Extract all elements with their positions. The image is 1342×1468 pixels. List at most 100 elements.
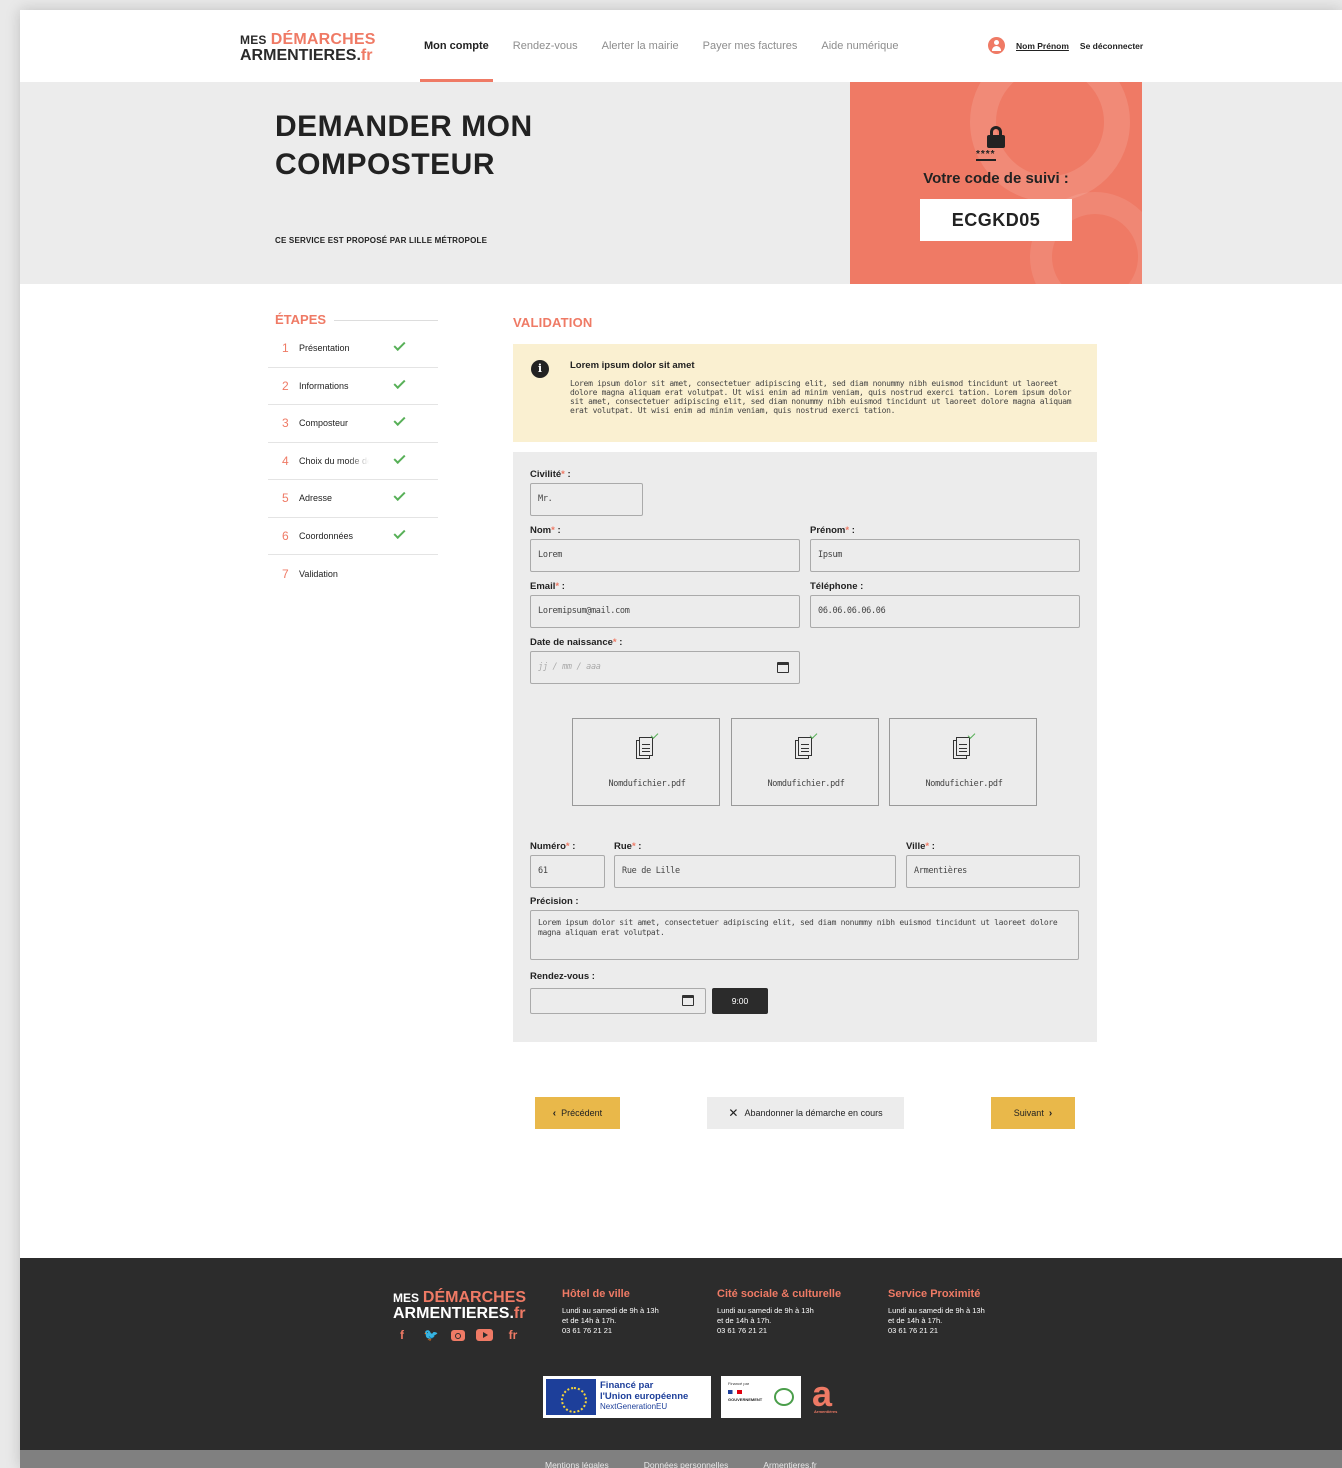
close-icon: ✕ (728, 1106, 739, 1120)
summary-form: Civilité* : Mr. Nom* : Lorem Prénom* : I… (513, 452, 1097, 1042)
civilite-field[interactable]: Mr. (530, 483, 643, 516)
email-field[interactable]: Loremipsum@mail.com (530, 595, 800, 628)
numero-label: Numéro* : (530, 841, 576, 852)
step-number: 7 (282, 566, 289, 581)
check-icon (393, 376, 406, 389)
nom-field[interactable]: Lorem (530, 539, 800, 572)
info-notice: i Lorem ipsum dolor sit amet Lorem ipsum… (513, 344, 1097, 442)
nav-alerter-la-mairie[interactable]: Alerter la mairie (602, 10, 679, 82)
step-item[interactable]: 6 Coordonnées (268, 518, 438, 555)
uploaded-file[interactable]: Nomdufichier.pdf (731, 718, 879, 806)
footer-column-hotel-de-ville: Hôtel de ville Lundi au samedi de 9h à 1… (562, 1288, 659, 1335)
page: MES DÉMARCHES ARMENTIERES.fr Mon compte … (20, 10, 1342, 1468)
check-icon (393, 338, 406, 352)
step-number: 6 (282, 528, 289, 543)
step-number: 3 (282, 416, 289, 431)
tracking-code-value: ECGKD05 (920, 199, 1072, 241)
step-label: Coordonnées (299, 530, 354, 541)
prenom-field[interactable]: Ipsum (810, 539, 1080, 572)
precision-textarea[interactable]: Lorem ipsum dolor sit amet, consectetuer… (530, 910, 1079, 960)
twitter-icon[interactable]: 🐦 (422, 1328, 440, 1342)
notice-title: Lorem ipsum dolor sit amet (570, 360, 695, 371)
rdv-time-button[interactable]: 9:00 (712, 988, 768, 1014)
prenom-label: Prénom* : (810, 525, 855, 536)
notice-text: Lorem ipsum dolor sit amet, consectetuer… (570, 379, 1072, 415)
file-name: Nomdufichier.pdf (608, 779, 686, 789)
instagram-icon[interactable] (451, 1330, 465, 1341)
fr-icon[interactable]: fr (504, 1328, 522, 1342)
footer-column-cite-sociale: Cité sociale & culturelle Lundi au samed… (717, 1288, 842, 1335)
step-label: Choix du mode de r (299, 455, 369, 466)
check-icon (650, 731, 659, 739)
uploaded-file[interactable]: Nomdufichier.pdf (889, 718, 1037, 806)
telephone-field[interactable]: 06.06.06.06.06 (810, 595, 1080, 628)
step-item[interactable]: 4 Choix du mode de r (268, 443, 438, 480)
calendar-icon[interactable] (682, 995, 694, 1006)
user-icon (988, 37, 1005, 54)
tracking-code-label: Votre code de suivi : (923, 170, 1069, 187)
nav-rendez-vous[interactable]: Rendez-vous (513, 10, 578, 82)
civilite-label: Civilité* : (530, 469, 571, 480)
chevron-right-icon: › (1048, 1108, 1053, 1119)
nav-mon-compte[interactable]: Mon compte (420, 10, 493, 82)
file-name: Nomdufichier.pdf (925, 779, 1003, 789)
page-title: DEMANDER MON COMPOSTEUR (275, 110, 533, 181)
precision-label: Précision : (530, 896, 579, 907)
armentieres-logo: a Armentières (812, 1373, 838, 1414)
numero-field[interactable]: 61 (530, 855, 605, 888)
steps-header: ÉTAPES (268, 310, 438, 330)
chevron-left-icon: ‹ (552, 1108, 557, 1119)
rdv-label: Rendez-vous : (530, 971, 595, 982)
step-label: Adresse (299, 493, 333, 504)
step-item[interactable]: 2 Informations (268, 368, 438, 405)
next-button[interactable]: Suivant › (991, 1097, 1075, 1129)
hero-banner: DEMANDER MON COMPOSTEUR CE SERVICE EST P… (20, 82, 1342, 284)
check-icon (393, 451, 406, 464)
steps-sidebar: ÉTAPES 1 Présentation 2 Informations 3 C… (268, 310, 438, 593)
previous-button[interactable]: ‹ Précédent (535, 1097, 620, 1129)
government-logo: Financé par GOUVERNEMENT (721, 1376, 801, 1418)
nav-aide-numerique[interactable]: Aide numérique (821, 10, 898, 82)
step-item-current[interactable]: 7 Validation (268, 555, 438, 593)
main-nav: Mon compte Rendez-vous Alerter la mairie… (420, 10, 922, 82)
step-item[interactable]: 3 Composteur (268, 405, 438, 443)
donnees-personnelles-link[interactable]: Données personnelles (644, 1450, 729, 1468)
check-icon (393, 488, 406, 502)
logout-link[interactable]: Se déconnecter (1080, 41, 1143, 51)
footer-column-service-proximite: Service Proximité Lundi au samedi de 9h … (888, 1288, 985, 1335)
step-label: Validation (299, 568, 338, 579)
footer-logo[interactable]: MES DÉMARCHES ARMENTIERES.fr (393, 1290, 526, 1322)
step-number: 1 (282, 341, 289, 356)
site-logo[interactable]: MES DÉMARCHES ARMENTIERES.fr (240, 32, 376, 64)
rue-label: Rue* : (614, 841, 642, 852)
step-item[interactable]: 5 Adresse (268, 480, 438, 518)
birthdate-label: Date de naissance* : (530, 637, 623, 648)
step-number: 5 (282, 491, 289, 506)
user-name-link[interactable]: Nom Prénom (1016, 41, 1069, 51)
calendar-icon[interactable] (777, 662, 789, 673)
step-number: 4 (282, 453, 289, 468)
step-label: Composteur (299, 418, 349, 429)
document-icon (953, 737, 971, 759)
check-icon (967, 731, 976, 739)
eu-funding-logo: Financé par l'Union européenne NextGenera… (543, 1376, 711, 1418)
divider (332, 320, 438, 321)
uploaded-file[interactable]: Nomdufichier.pdf (572, 718, 720, 806)
check-icon (393, 413, 406, 427)
rdv-date-field[interactable] (530, 988, 706, 1014)
step-item[interactable]: 1 Présentation (268, 330, 438, 368)
nom-label: Nom* : (530, 525, 561, 536)
abandon-button[interactable]: ✕ Abandonner la démarche en cours (707, 1097, 904, 1129)
user-menu: Nom Prénom Se déconnecter (988, 37, 1143, 54)
birthdate-field[interactable]: jj / mm / aaa (530, 651, 800, 684)
tracking-code-card: **** Votre code de suivi : ECGKD05 (850, 82, 1142, 284)
mentions-legales-link[interactable]: Mentions légales (545, 1450, 609, 1468)
step-number: 2 (282, 378, 289, 393)
check-icon (809, 731, 818, 739)
ville-field[interactable]: Armentières (906, 855, 1080, 888)
youtube-icon[interactable] (476, 1329, 493, 1341)
armentieres-link[interactable]: Armentieres.fr (763, 1450, 816, 1468)
rue-field[interactable]: Rue de Lille (614, 855, 896, 888)
nav-payer-mes-factures[interactable]: Payer mes factures (703, 10, 798, 82)
facebook-icon[interactable]: f (393, 1328, 411, 1342)
